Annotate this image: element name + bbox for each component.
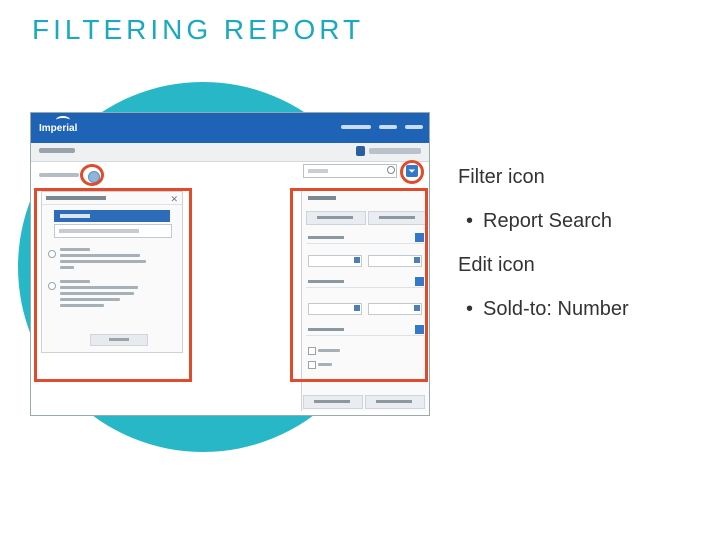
reset-all-label [314, 400, 350, 403]
sold-to-label [39, 173, 79, 177]
app-header: Imperial [31, 113, 429, 143]
header-link[interactable] [379, 125, 397, 129]
app-logo: Imperial [39, 123, 78, 134]
note-text: Filter icon [458, 166, 545, 188]
bullet-icon: • [466, 210, 474, 232]
apply-bottom-button[interactable] [365, 395, 425, 409]
bullet-icon: • [466, 298, 474, 320]
edit-icon-highlight [80, 164, 104, 186]
account-switch-link[interactable] [369, 148, 421, 154]
header-links [341, 125, 423, 129]
header-link[interactable] [341, 125, 371, 129]
apply-label [376, 400, 412, 403]
search-input[interactable] [303, 164, 397, 178]
reset-all-bottom-button[interactable] [303, 395, 363, 409]
note-item: Edit icon [458, 254, 535, 277]
logo-mark-icon [56, 116, 70, 124]
slide-title: FILTERING REPORT [32, 14, 365, 45]
filter-icon-highlight [400, 160, 424, 184]
breadcrumb [39, 148, 75, 153]
header-link[interactable] [405, 125, 423, 129]
select-account-highlight [34, 188, 192, 382]
note-text: Edit icon [458, 254, 535, 276]
note-item: Filter icon [458, 166, 545, 189]
breadcrumb-bar [31, 143, 429, 162]
note-subitem: • Report Search [466, 210, 612, 233]
account-icon[interactable] [356, 146, 365, 156]
note-subitem: • Sold-to: Number [466, 298, 629, 321]
note-text: Sold-to: Number [483, 298, 629, 320]
search-placeholder [308, 169, 328, 173]
note-text: Report Search [483, 210, 612, 232]
search-icon[interactable] [387, 166, 395, 174]
filters-highlight [290, 188, 428, 382]
